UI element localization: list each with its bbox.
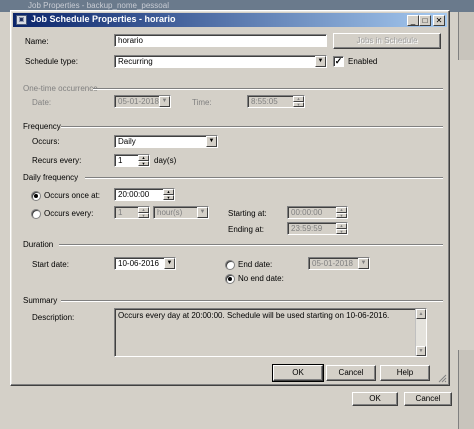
help-button[interactable]: Help xyxy=(380,365,430,381)
end-date-picker[interactable]: 05-01-2018 ▼ xyxy=(308,257,370,270)
resize-grip-icon[interactable] xyxy=(437,373,447,383)
background-ok-button[interactable]: OK xyxy=(352,392,398,406)
description-textarea[interactable]: Occurs every day at 20:00:00. Schedule w… xyxy=(114,308,427,357)
starting-at-value: 00:00:00 xyxy=(291,208,323,217)
spin-down-icon[interactable]: ▼ xyxy=(336,213,347,218)
ending-at-spinner[interactable]: 23:59:59 ▲ ▼ xyxy=(287,222,348,235)
name-input[interactable]: horario xyxy=(114,34,327,47)
occurs-every-unit-value: hour(s) xyxy=(157,208,183,217)
background-window-panel xyxy=(450,60,474,350)
one-time-date-picker[interactable]: 05-01-2018 ▼ xyxy=(114,95,171,108)
description-label: Description: xyxy=(32,313,75,322)
occurs-once-time-spinner[interactable]: 20:00:00 ▲ ▼ xyxy=(114,188,175,201)
frequency-header: Frequency xyxy=(23,122,61,131)
spin-down-icon[interactable]: ▼ xyxy=(138,161,149,166)
occurs-select[interactable]: Daily ▼ xyxy=(114,135,218,148)
ok-button[interactable]: OK xyxy=(272,364,324,382)
one-time-date-label: Date: xyxy=(32,98,52,107)
one-time-time-label: Time: xyxy=(192,98,212,107)
section-divider xyxy=(93,88,443,90)
occurs-once-radio[interactable] xyxy=(31,191,41,201)
occurs-once-time-value: 20:00:00 xyxy=(118,190,150,199)
section-divider xyxy=(85,177,443,179)
start-date-picker[interactable]: 10-06-2016 ▼ xyxy=(114,257,176,270)
chevron-down-icon[interactable]: ▼ xyxy=(315,56,326,67)
chevron-down-icon[interactable]: ▼ xyxy=(358,258,369,269)
one-time-occurrence-header: One-time occurrence xyxy=(23,84,98,93)
section-divider xyxy=(59,244,443,246)
start-date-label: Start date: xyxy=(32,260,69,269)
no-end-date-label: No end date: xyxy=(238,274,284,283)
occurs-every-spinner[interactable]: 1 ▲ ▼ xyxy=(114,206,150,219)
scroll-up-icon[interactable]: ▲ xyxy=(416,309,426,319)
one-time-date-value: 05-01-2018 xyxy=(118,97,159,106)
summary-header: Summary xyxy=(23,296,58,305)
schedule-type-select[interactable]: Recurring ▼ xyxy=(114,55,327,68)
starting-at-label: Starting at: xyxy=(228,209,267,218)
chevron-down-icon[interactable]: ▼ xyxy=(159,96,170,107)
starting-at-spinner[interactable]: 00:00:00 ▲ ▼ xyxy=(287,206,348,219)
enabled-label: Enabled xyxy=(348,57,378,66)
chevron-down-icon[interactable]: ▼ xyxy=(206,136,217,147)
jobs-in-schedule-button[interactable]: Jobs in Schedule xyxy=(333,33,441,49)
background-window-title: Job Properties - backup_nome_pessoal xyxy=(28,1,169,10)
scroll-down-icon[interactable]: ▼ xyxy=(416,346,426,356)
section-divider xyxy=(61,126,443,128)
spin-down-icon[interactable]: ▼ xyxy=(293,102,304,107)
description-text: Occurs every day at 20:00:00. Schedule w… xyxy=(118,311,390,320)
description-scrollbar[interactable]: ▲ ▼ xyxy=(415,309,426,356)
ending-at-value: 23:59:59 xyxy=(291,224,323,233)
daily-frequency-header: Daily frequency xyxy=(23,173,79,182)
dialog-title: Job Schedule Properties - horario xyxy=(31,14,176,24)
spin-down-icon[interactable]: ▼ xyxy=(138,213,149,218)
occurs-every-value: 1 xyxy=(118,208,123,217)
close-icon[interactable]: ✕ xyxy=(433,15,445,26)
occurs-once-label: Occurs once at: xyxy=(44,191,101,200)
end-date-label: End date: xyxy=(238,260,273,269)
occurs-value: Daily xyxy=(118,137,136,146)
ending-at-label: Ending at: xyxy=(228,225,265,234)
occurs-every-radio[interactable] xyxy=(31,209,41,219)
recurs-every-unit: day(s) xyxy=(154,156,177,165)
occurs-every-label: Occurs every: xyxy=(44,209,94,218)
recurs-every-spinner[interactable]: 1 ▲ ▼ xyxy=(114,154,150,167)
occurs-every-unit-select[interactable]: hour(s) ▼ xyxy=(153,206,209,219)
schedule-type-label: Schedule type: xyxy=(25,57,78,66)
no-end-date-radio[interactable] xyxy=(225,274,235,284)
chevron-down-icon[interactable]: ▼ xyxy=(164,258,175,269)
background-cancel-button[interactable]: Cancel xyxy=(404,392,452,406)
chevron-down-icon[interactable]: ▼ xyxy=(197,207,208,218)
spin-down-icon[interactable]: ▼ xyxy=(163,195,174,200)
occurs-label: Occurs: xyxy=(32,137,60,146)
job-schedule-properties-dialog: ▣ Job Schedule Properties - horario _ □ … xyxy=(10,10,450,386)
one-time-time-spinner[interactable]: 8:55:05 ▲ ▼ xyxy=(247,95,305,108)
name-label: Name: xyxy=(25,37,49,46)
cancel-button[interactable]: Cancel xyxy=(326,365,376,381)
dialog-titlebar[interactable]: ▣ Job Schedule Properties - horario _ □ … xyxy=(13,13,447,27)
minimize-icon[interactable]: _ xyxy=(407,15,419,26)
one-time-time-value: 8:55:05 xyxy=(251,97,278,106)
recurs-every-value: 1 xyxy=(118,156,123,165)
end-date-radio[interactable] xyxy=(225,260,235,270)
start-date-value: 10-06-2016 xyxy=(118,259,159,268)
window-icon: ▣ xyxy=(16,15,27,25)
schedule-type-value: Recurring xyxy=(118,57,153,66)
section-divider xyxy=(61,300,443,302)
duration-header: Duration xyxy=(23,240,54,249)
maximize-icon[interactable]: □ xyxy=(419,15,431,26)
spin-down-icon[interactable]: ▼ xyxy=(336,229,347,234)
enabled-checkbox[interactable]: ✓ xyxy=(333,56,344,67)
recurs-every-label: Recurs every: xyxy=(32,156,82,165)
end-date-value: 05-01-2018 xyxy=(312,259,353,268)
